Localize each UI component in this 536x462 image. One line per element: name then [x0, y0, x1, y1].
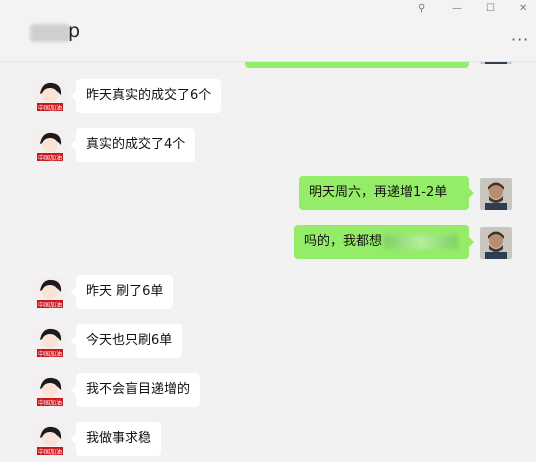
message-bubble-incoming[interactable]: 今天也只刷6单 [70, 324, 183, 358]
message-bubble-incoming[interactable]: 昨天真实的成交了6个 [70, 79, 222, 113]
message-bubble-incoming[interactable]: 昨天 刷了6单 [70, 275, 174, 309]
photo-avatar[interactable] [480, 178, 512, 210]
close-icon[interactable]: ✕ [519, 2, 527, 16]
previous-outgoing-bubble [245, 62, 469, 68]
pin-icon[interactable]: ⚲ [418, 2, 425, 16]
message-bubble-incoming[interactable]: 我做事求稳 [70, 422, 162, 456]
cartoon-avatar[interactable]: 中国加油 [34, 130, 66, 162]
avatar-badge-text: 中国加油 [38, 154, 62, 162]
photo-avatar[interactable] [480, 227, 512, 259]
avatar-badge-text: 中国加油 [38, 399, 62, 407]
message-bubble-outgoing[interactable]: 明天周六，再递增1-2单 [299, 176, 474, 210]
more-options-icon[interactable]: ··· [511, 30, 529, 49]
cartoon-avatar[interactable]: 中国加油 [34, 277, 66, 309]
maximize-icon[interactable]: ☐ [486, 2, 495, 16]
minimize-icon[interactable]: — [452, 2, 462, 16]
cartoon-avatar[interactable]: 中国加油 [34, 424, 66, 456]
message-bubble-outgoing[interactable]: 吗的，我都想 [294, 225, 474, 259]
cartoon-avatar[interactable]: 中国加油 [34, 80, 66, 112]
cartoon-avatar[interactable]: 中国加油 [34, 326, 66, 358]
avatar-badge-text: 中国加油 [38, 301, 62, 309]
avatar-badge-text: 中国加油 [38, 350, 62, 358]
message-bubble-incoming[interactable]: 真实的成交了4个 [70, 128, 196, 162]
message-text: 吗的，我都想 [304, 234, 383, 249]
message-bubble-incoming[interactable]: 我不会盲目递增的 [70, 373, 201, 407]
chat-title[interactable]: p [68, 20, 80, 42]
cartoon-avatar[interactable]: 中国加油 [34, 375, 66, 407]
title-bar: p ⚲ — ☐ ✕ ··· [0, 0, 536, 62]
chat-area[interactable]: 中国加油 昨天真实的成交了6个 中国加油 真实的成交了4个 明天周六，再递增1-… [0, 62, 536, 462]
photo-avatar[interactable] [480, 62, 512, 64]
avatar-badge-text: 中国加油 [38, 104, 62, 112]
redaction-blur [384, 234, 459, 249]
title-redacted [30, 24, 70, 42]
avatar-badge-text: 中国加油 [38, 448, 62, 456]
